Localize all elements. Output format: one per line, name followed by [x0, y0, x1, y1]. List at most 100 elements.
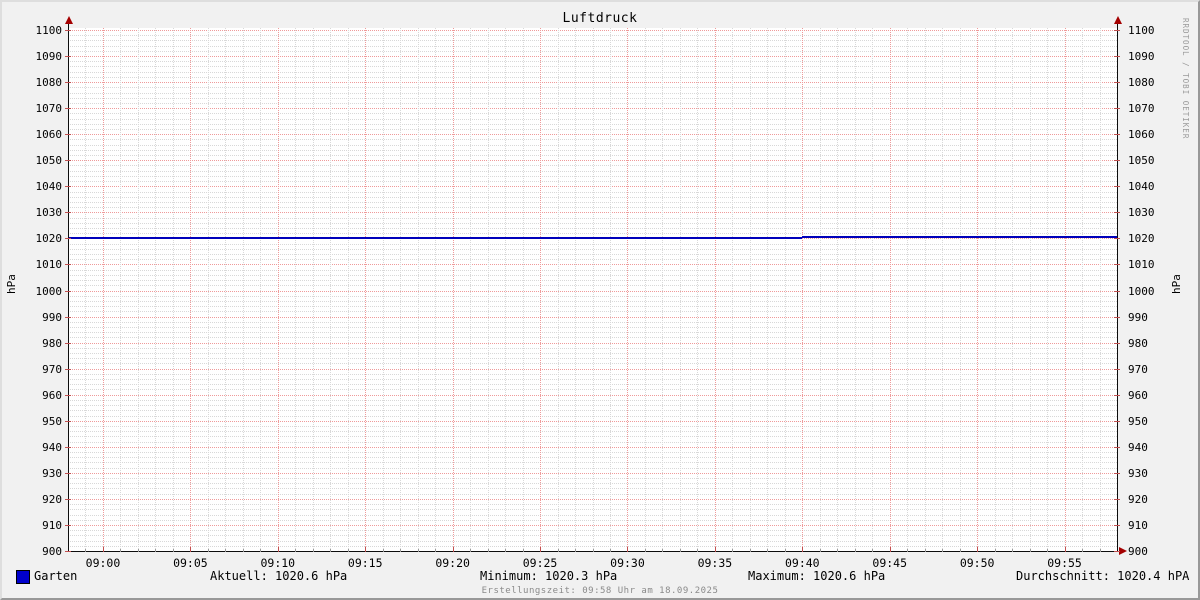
y-tick-mark [65, 82, 71, 84]
y-tick-label-left: 1070 [35, 102, 63, 116]
x-minor-tick-mark [522, 549, 524, 552]
y-tick-mark [1114, 30, 1120, 31]
x-minor-tick-mark [487, 549, 489, 552]
x-minor-tick-mark [644, 549, 646, 552]
y-tick-label-right: 1040 [1128, 180, 1155, 194]
y-tick-mark [1114, 238, 1120, 240]
creation-timestamp: Erstellungszeit: 09:58 Uhr am 18.09.2025 [481, 586, 719, 596]
x-tick-mark [714, 547, 716, 552]
gridline-major-v [365, 28, 367, 551]
x-minor-tick-mark [382, 549, 384, 552]
y-tick-mark [1114, 446, 1120, 448]
x-minor-tick-mark [400, 549, 402, 552]
x-minor-tick-mark [907, 549, 909, 552]
y-tick-label-right: 940 [1128, 440, 1148, 454]
x-minor-tick-mark [942, 549, 944, 552]
y-tick-mark [65, 212, 71, 214]
y-tick-mark [1114, 394, 1120, 396]
gridline-minor-v [1082, 28, 1084, 551]
x-axis-arrow-icon [1119, 547, 1127, 555]
gridline-minor-v [697, 28, 699, 551]
gridline-minor-v [137, 28, 139, 551]
y-tick-mark [65, 264, 71, 266]
y-tick-mark [1114, 524, 1120, 526]
y-tick-label-left: 950 [42, 414, 62, 428]
x-tick-label: 09:15 [347, 556, 383, 570]
y-tick-label-left: 910 [42, 518, 62, 532]
gridline-minor-v [242, 28, 244, 551]
gridline-minor-v [435, 28, 437, 551]
x-minor-tick-mark [767, 549, 769, 552]
y-tick-label-left: 980 [42, 336, 62, 350]
gridline-minor-v [400, 28, 402, 551]
gridline-major-v [802, 28, 804, 551]
x-tick-label: 09:10 [260, 556, 296, 570]
y-tick-mark [65, 472, 71, 474]
gridline-minor-v [644, 28, 646, 551]
x-minor-tick-mark [994, 549, 996, 552]
x-minor-tick-mark [470, 549, 472, 552]
y-tick-mark [65, 290, 71, 292]
gridline-minor-v [942, 28, 944, 551]
y-tick-label-right: 1060 [1128, 128, 1155, 142]
x-minor-tick-mark [1082, 549, 1084, 552]
legend-maximum-value: Maximum: 1020.6 hPa [748, 569, 886, 583]
x-minor-tick-mark [749, 549, 751, 552]
y-tick-label-left: 1100 [35, 24, 63, 37]
y-axis-arrow-right-icon [1114, 16, 1122, 24]
x-minor-tick-mark [679, 549, 681, 552]
y-tick-mark [1114, 212, 1120, 214]
y-tick-label-right: 900 [1128, 545, 1148, 558]
x-minor-tick-mark [312, 549, 314, 552]
y-tick-label-right: 1070 [1128, 102, 1155, 116]
x-minor-tick-mark [505, 549, 507, 552]
x-tick-mark [802, 547, 804, 552]
y-tick-label-left: 900 [42, 545, 62, 558]
y-axis-unit-left: hPa [5, 274, 18, 294]
y-tick-mark [65, 160, 71, 162]
x-tick-label: 09:00 [85, 556, 121, 570]
gridline-major-v [190, 28, 192, 551]
gridline-minor-v [487, 28, 489, 551]
y-tick-label-left: 930 [42, 466, 62, 480]
x-minor-tick-mark [959, 549, 961, 552]
y-tick-mark [1114, 368, 1120, 370]
x-minor-tick-mark [207, 549, 209, 552]
y-axis-arrow-left-icon [65, 16, 73, 24]
x-minor-tick-mark [417, 549, 419, 552]
rrdtool-watermark: RRDTOOL / TOBI OETIKER [1181, 18, 1190, 140]
gridline-minor-v [994, 28, 996, 551]
y-tick-label-left: 1010 [35, 258, 63, 272]
y-tick-mark [1114, 551, 1120, 552]
gridline-minor-v [207, 28, 209, 551]
y-tick-mark [65, 368, 71, 370]
x-minor-tick-mark [260, 549, 262, 552]
gridline-minor-v [872, 28, 874, 551]
x-minor-tick-mark [330, 549, 332, 552]
y-tick-label-left: 1030 [35, 206, 63, 220]
x-minor-tick-mark [557, 549, 559, 552]
gridline-minor-v [924, 28, 926, 551]
gridline-minor-v [767, 28, 769, 551]
x-minor-tick-mark [872, 549, 874, 552]
gridline-minor-v [295, 28, 297, 551]
x-tick-label: 09:20 [435, 556, 470, 570]
y-tick-mark [65, 186, 71, 188]
y-tick-label-right: 1100 [1128, 24, 1155, 37]
y-tick-label-left: 1060 [35, 128, 63, 142]
x-minor-tick-mark [854, 549, 856, 552]
x-minor-tick-mark [1029, 549, 1031, 552]
gridline-major-v [102, 28, 104, 551]
x-tick-label: 09:50 [959, 556, 995, 570]
x-minor-tick-mark [1012, 549, 1014, 552]
gridline-minor-v [120, 28, 122, 551]
y-tick-label-left: 1020 [35, 232, 63, 246]
chart-title: Luftdruck [562, 11, 638, 26]
x-minor-tick-mark [435, 549, 437, 552]
legend-average-value: Durchschnitt: 1020.4 hPA [1016, 569, 1190, 583]
gridline-minor-v [470, 28, 472, 551]
gridline-minor-v [522, 28, 524, 551]
x-minor-tick-mark [784, 549, 786, 552]
gridline-minor-v [732, 28, 734, 551]
gridline-minor-v [312, 28, 314, 551]
